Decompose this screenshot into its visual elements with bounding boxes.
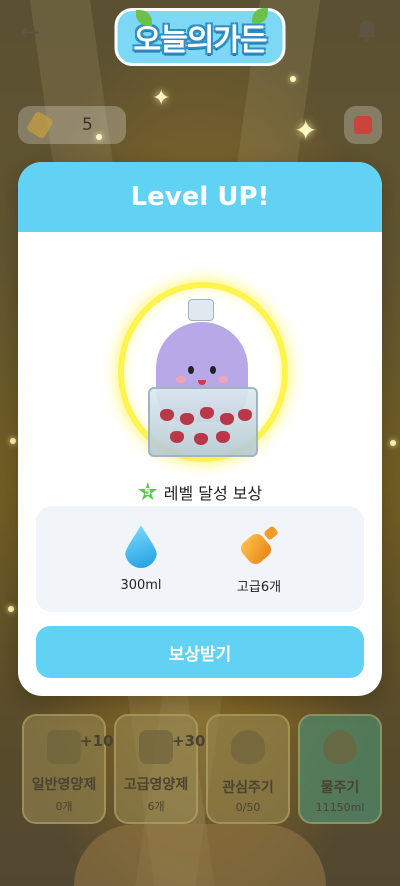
character-illustration: [118, 277, 288, 487]
action-count: 0/50: [235, 801, 261, 814]
action-general-fertilizer[interactable]: +10 일반영양제 0개: [22, 714, 113, 824]
bonus-label: +10: [80, 732, 114, 750]
reward-item-water: 300ml: [101, 506, 181, 612]
bell-icon[interactable]: [356, 18, 378, 42]
premium-fertilizer-icon: [139, 730, 173, 764]
action-name: 일반영양제: [31, 777, 97, 793]
modal-header: Level UP!: [18, 162, 382, 232]
character-cheek: [218, 376, 228, 383]
character-mouth: [198, 380, 206, 385]
strawberry: [200, 407, 214, 419]
level-star-icon: 5: [138, 482, 158, 501]
water-drop-icon: [125, 526, 157, 568]
strawberry: [160, 409, 174, 421]
light-dot: [8, 606, 14, 612]
plant-cushion: [74, 824, 326, 886]
strawberry: [180, 413, 194, 425]
reward-amount: 고급6개: [236, 579, 282, 595]
water-drop-icon: [323, 730, 357, 764]
strawberry: [220, 413, 234, 425]
heart-icon: [231, 730, 265, 764]
bonus-label: +30: [172, 732, 206, 750]
light-dot: [390, 440, 396, 446]
character-cheek: [176, 376, 186, 383]
strawberry: [170, 431, 184, 443]
light-dot: [290, 76, 296, 82]
action-count: 0개: [55, 800, 73, 813]
action-count: 6개: [147, 800, 165, 813]
reward-amount: 300ml: [120, 577, 162, 593]
sparkle-icon: ✦: [152, 86, 171, 111]
back-arrow-icon[interactable]: ←: [20, 18, 40, 46]
action-name: 고급영양제: [123, 777, 189, 793]
fertilizer-bottle-icon: [237, 524, 279, 567]
character-eye: [188, 366, 194, 374]
level-number: 5: [144, 486, 152, 498]
fertilizer-icon: [47, 730, 81, 764]
sparkle-icon: ✦: [294, 114, 318, 147]
ice-cube: [188, 299, 214, 321]
strawberry: [194, 433, 208, 445]
action-watering[interactable]: 물주기 11150ml: [298, 714, 382, 824]
action-premium-fertilizer[interactable]: +30 고급영양제 6개: [114, 714, 205, 824]
action-name: 물주기: [320, 780, 360, 796]
level-up-modal: Level UP! 5 레벨 달성 보상 300ml 고급6개 보상받기: [18, 162, 382, 696]
light-dot: [10, 438, 16, 444]
strawberry: [216, 431, 230, 443]
strawberry-box: [148, 387, 258, 457]
counter-value: 5: [82, 115, 93, 135]
action-bar: +10 일반영양제 0개 +30 고급영양제 6개 관심주기 0/50 물주기 …: [22, 714, 382, 824]
strawberry: [238, 409, 252, 421]
action-count: 11150ml: [315, 801, 365, 814]
reward-label: 레벨 달성 보상: [163, 484, 263, 503]
top-bar: ← 오늘의가든: [0, 0, 400, 66]
gift-icon: [354, 116, 372, 134]
action-give-attention[interactable]: 관심주기 0/50: [206, 714, 290, 824]
action-name: 관심주기: [222, 780, 274, 796]
reward-item-fertilizer: 고급6개: [219, 506, 299, 612]
modal-title: Level UP!: [130, 182, 270, 212]
reward-list: 300ml 고급6개: [36, 506, 364, 612]
claim-reward-button[interactable]: 보상받기: [36, 626, 364, 678]
reward-heading: 5 레벨 달성 보상: [18, 480, 382, 504]
character-eye: [210, 366, 216, 374]
